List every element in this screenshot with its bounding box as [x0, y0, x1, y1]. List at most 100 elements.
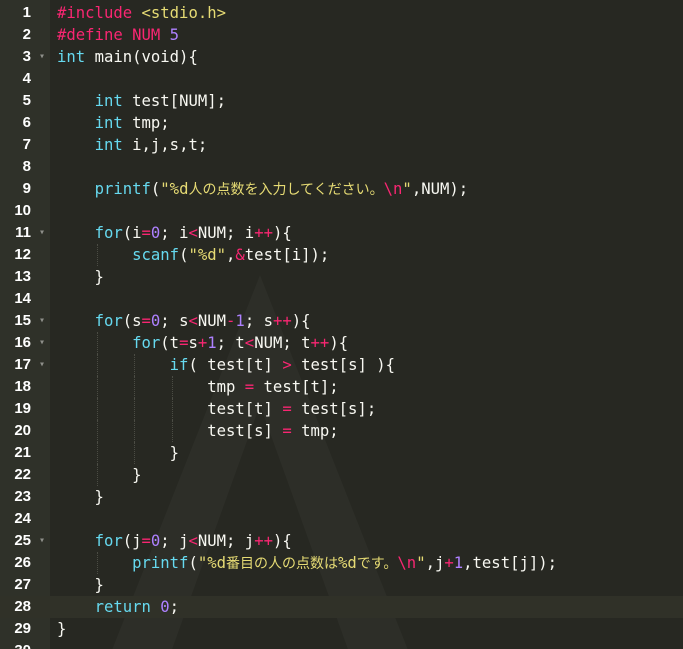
code-token: NUM [132, 26, 170, 44]
code-line[interactable]: 14 [0, 288, 683, 310]
code-token: #define [57, 26, 133, 44]
code-text[interactable]: test[s] = tmp; [57, 420, 338, 442]
code-text[interactable]: for(i=0; i<NUM; i++){ [57, 222, 292, 244]
code-text[interactable]: int main(void){ [57, 46, 198, 68]
code-line[interactable]: 21 } [0, 442, 683, 464]
code-text[interactable]: } [57, 486, 104, 508]
line-number: 18 [14, 378, 31, 395]
code-text[interactable]: } [57, 266, 104, 288]
code-text[interactable]: } [57, 442, 179, 464]
code-line[interactable]: 26 printf("%d番目の人の点数は%dです。\n",j+1,test[j… [0, 552, 683, 574]
line-number: 5 [22, 92, 31, 109]
code-line[interactable]: 25 ▾ for(j=0; j<NUM; j++){ [0, 530, 683, 552]
code-token: if [169, 356, 189, 374]
code-line[interactable]: 17 ▾ if( test[t] > test[s] ){ [0, 354, 683, 376]
code-line[interactable]: 28 return 0; [0, 596, 683, 618]
code-editor[interactable]: 1 #include <stdio.h> 2 #define NUM 5 3 ▾ int m… [0, 0, 683, 649]
code-line[interactable]: 19 test[t] = test[s]; [0, 398, 683, 420]
code-text[interactable]: tmp = test[t]; [57, 376, 338, 398]
code-line[interactable]: 29} [0, 618, 683, 640]
code-line[interactable]: 1 #include <stdio.h> [0, 2, 683, 24]
line-number: 11 [15, 224, 31, 241]
code-line[interactable]: 6 int tmp; [0, 112, 683, 134]
code-token: ,NUM); [411, 180, 469, 198]
code-token: (j [122, 532, 142, 550]
code-line[interactable]: 18 tmp = test[t]; [0, 376, 683, 398]
code-text[interactable]: for(s=0; s<NUM-1; s++){ [57, 310, 311, 332]
code-text[interactable]: int tmp; [57, 112, 170, 134]
code-line[interactable]: 23 } [0, 486, 683, 508]
code-line[interactable]: 20 test[s] = tmp; [0, 420, 683, 442]
code-line[interactable]: 22 } [0, 464, 683, 486]
code-line[interactable]: 5 int test[NUM]; [0, 90, 683, 112]
code-token: - [226, 312, 236, 330]
code-line[interactable]: 3 ▾ int main(void){ [0, 46, 683, 68]
code-token: i,j,s,t; [132, 136, 208, 154]
fold-arrow-icon[interactable]: ▾ [37, 46, 47, 68]
line-number: 26 [14, 554, 31, 571]
code-token: = [244, 378, 255, 396]
code-token: > [282, 356, 292, 374]
code-text[interactable]: test[t] = test[s]; [57, 398, 376, 420]
code-token: tmp [57, 378, 245, 396]
code-token: 1 [235, 312, 245, 330]
code-text[interactable]: #include <stdio.h> [57, 2, 226, 24]
code-token: #include [57, 4, 142, 22]
line-number: 24 [14, 510, 31, 527]
code-token: int [94, 92, 133, 110]
code-text[interactable]: for(t=s+1; t<NUM; t++){ [57, 332, 348, 354]
code-token: "%d [197, 554, 227, 572]
code-text[interactable]: return 0; [57, 596, 180, 618]
code-line[interactable]: 10 [0, 200, 683, 222]
code-token: + [197, 334, 208, 352]
code-text[interactable]: } [57, 618, 66, 640]
line-number: 19 [14, 400, 31, 417]
code-line[interactable]: 27 } [0, 574, 683, 596]
code-line[interactable]: 4 [0, 68, 683, 90]
code-line[interactable]: 15 ▾ for(s=0; s<NUM-1; s++){ [0, 310, 683, 332]
code-line[interactable]: 24 [0, 508, 683, 530]
code-token: main(void){ [94, 48, 198, 66]
code-line[interactable]: 2 #define NUM 5 [0, 24, 683, 46]
line-number: 12 [14, 246, 31, 263]
code-text[interactable]: printf("%d人の点数を入力してください。\n",NUM); [57, 178, 469, 201]
code-text[interactable]: #define NUM 5 [57, 24, 179, 46]
code-token: for [94, 312, 123, 330]
code-line[interactable]: 16 ▾ for(t=s+1; t<NUM; t++){ [0, 332, 683, 354]
code-line[interactable]: 30 [0, 640, 683, 649]
line-number: 3 [22, 48, 31, 65]
fold-arrow-icon[interactable]: ▾ [37, 222, 47, 244]
fold-arrow-icon[interactable]: ▾ [37, 332, 47, 354]
code-token: ; t [216, 334, 245, 352]
code-text[interactable]: for(j=0; j<NUM; j++){ [57, 530, 292, 552]
code-text[interactable]: scanf("%d",&test[i]); [57, 244, 329, 266]
line-number: 20 [14, 422, 31, 439]
code-lines[interactable]: 1 #include <stdio.h> 2 #define NUM 5 3 ▾ int m… [0, 2, 683, 649]
fold-arrow-icon[interactable]: ▾ [37, 310, 47, 332]
code-text[interactable]: } [57, 574, 104, 596]
line-number: 1 [22, 4, 31, 21]
code-line[interactable]: 11 ▾ for(i=0; i<NUM; i++){ [0, 222, 683, 244]
code-line[interactable]: 7 int i,j,s,t; [0, 134, 683, 156]
code-text[interactable]: printf("%d番目の人の点数は%dです。\n",j+1,test[j]); [57, 552, 557, 575]
code-text[interactable]: if( test[t] > test[s] ){ [57, 354, 395, 376]
code-text[interactable]: } [57, 464, 141, 486]
code-text[interactable]: int i,j,s,t; [57, 134, 208, 156]
code-line[interactable]: 9 printf("%d人の点数を入力してください。\n",NUM); [0, 178, 683, 200]
fold-arrow-icon[interactable]: ▾ [37, 530, 47, 552]
fold-arrow-icon[interactable]: ▾ [37, 354, 47, 376]
code-token: ){ [329, 334, 349, 352]
code-text[interactable]: int test[NUM]; [57, 90, 226, 112]
code-token: 1 [453, 554, 464, 572]
code-line[interactable]: 13 } [0, 266, 683, 288]
code-token: " [416, 554, 426, 572]
line-number: 9 [22, 180, 31, 197]
code-line[interactable]: 8 [0, 156, 683, 178]
code-token: scanf [132, 246, 180, 264]
code-token: \n [383, 180, 403, 198]
code-line[interactable]: 12 scanf("%d",&test[i]); [0, 244, 683, 266]
